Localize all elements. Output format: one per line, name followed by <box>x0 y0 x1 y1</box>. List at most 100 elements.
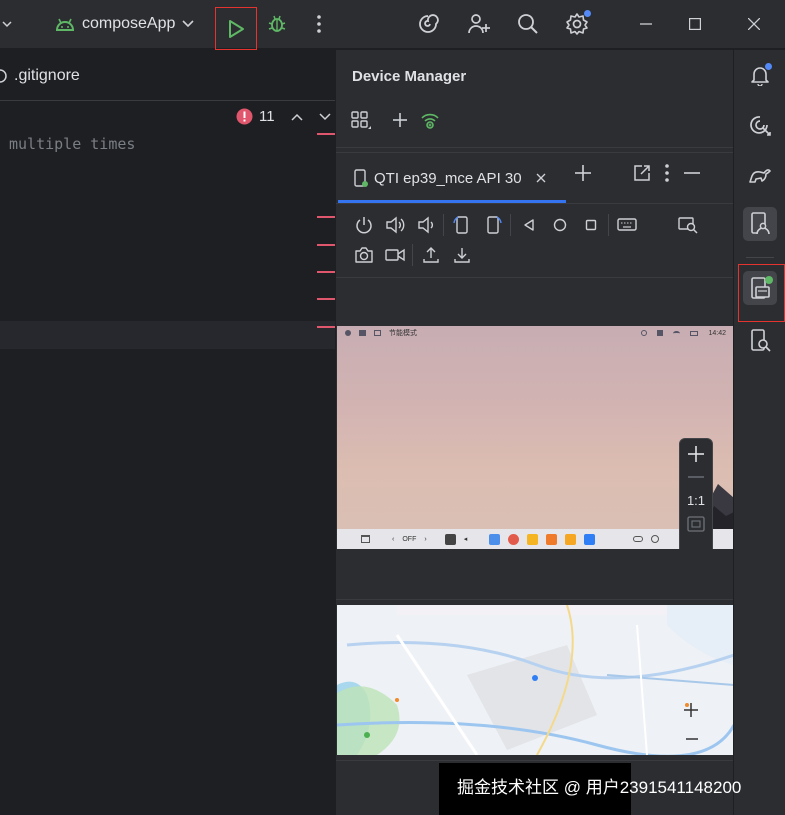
mode-chevron-left-icon[interactable]: ‹ <box>392 536 394 543</box>
play-icon[interactable]: ◂ <box>464 535 468 543</box>
add-user-icon <box>467 13 491 35</box>
home-icon[interactable] <box>544 212 575 238</box>
wifi-pair-icon[interactable] <box>420 110 440 130</box>
rotate-right-icon[interactable] <box>477 212 508 238</box>
run-button[interactable] <box>215 7 257 50</box>
emulator-controls-row-1 <box>348 212 703 238</box>
taskbar-mode: OFF <box>402 535 417 543</box>
zoom-out-icon[interactable] <box>686 737 698 741</box>
emulator-display-1[interactable]: 节能模式 14:42 ‹ OFF › ◂ <box>337 326 734 549</box>
debug-button[interactable] <box>260 8 294 40</box>
device-status-bar: 节能模式 14:42 <box>337 326 734 340</box>
hide-panel-icon[interactable] <box>683 164 701 182</box>
upload-icon[interactable] <box>415 242 446 268</box>
rotate-left-icon[interactable] <box>446 212 477 238</box>
alarm-icon <box>641 330 648 336</box>
close-icon <box>748 18 760 30</box>
zoom-in-icon[interactable] <box>687 445 705 463</box>
bell-icon <box>749 63 772 86</box>
external-window-icon[interactable] <box>633 164 651 182</box>
app-icon[interactable] <box>444 533 456 545</box>
mode-chevron-right-icon[interactable]: › <box>424 536 426 543</box>
record-icon[interactable] <box>379 242 410 268</box>
chevron-down-icon[interactable] <box>0 8 14 40</box>
error-stripe-marker[interactable] <box>317 244 335 246</box>
search-icon <box>517 13 539 35</box>
ai-assistant-button[interactable] <box>411 8 445 40</box>
device-manager-button[interactable] <box>743 207 777 241</box>
notification-dot-icon <box>584 10 591 17</box>
fan-icon[interactable] <box>651 535 660 543</box>
app-inspection-icon <box>749 329 771 353</box>
add-user-button[interactable] <box>462 8 496 40</box>
gradle-button[interactable] <box>743 158 777 192</box>
back-icon[interactable] <box>513 212 544 238</box>
close-window-button[interactable] <box>734 8 774 40</box>
code-line: multiple times <box>9 135 136 153</box>
camera-icon[interactable] <box>348 242 379 268</box>
maximize-button[interactable] <box>675 8 715 40</box>
home-icon[interactable] <box>361 535 370 543</box>
app-icon[interactable] <box>546 533 558 545</box>
device-list-icon[interactable] <box>350 110 372 130</box>
tab-running-device[interactable]: QTI ep39_mce API 30 <box>346 160 554 196</box>
volume-up-icon[interactable] <box>379 212 410 238</box>
clock-text: 14:42 <box>708 329 726 337</box>
more-button[interactable] <box>304 8 334 40</box>
emulator-display-2[interactable] <box>337 605 734 755</box>
status-dot-icon <box>362 181 368 187</box>
device-taskbar: ‹ OFF › ◂ <box>337 529 734 549</box>
error-stripe-marker[interactable] <box>317 271 335 273</box>
download-icon[interactable] <box>446 242 477 268</box>
notification-dot-icon <box>765 63 772 70</box>
app-icon[interactable] <box>584 533 596 545</box>
run-configuration-selector[interactable]: composeApp <box>50 8 206 40</box>
error-stripe-marker[interactable] <box>317 326 335 328</box>
app-icon[interactable] <box>489 533 501 545</box>
power-icon[interactable] <box>348 212 379 238</box>
device-manager-panel: Device Manager QTI ep39_mce API 30 节能模式 … <box>335 50 734 815</box>
keyboard-icon[interactable] <box>611 212 642 238</box>
search-button[interactable] <box>511 8 545 40</box>
divider <box>336 147 734 148</box>
divider <box>336 599 734 600</box>
problems-indicator[interactable]: 11 <box>236 108 331 125</box>
ai-assistant-icon <box>417 13 439 35</box>
right-tool-window-bar <box>733 50 785 815</box>
map-app-icon[interactable] <box>508 533 520 545</box>
error-stripe-marker[interactable] <box>317 133 335 135</box>
volume-down-icon[interactable] <box>410 212 441 238</box>
code-editor[interactable]: .gitignore 11 multiple times <box>0 50 335 815</box>
chevron-up-icon[interactable] <box>291 113 303 121</box>
zoom-in-icon[interactable] <box>684 703 698 717</box>
notifications-button[interactable] <box>743 58 777 92</box>
divider <box>336 760 734 761</box>
tab-gitignore[interactable]: .gitignore <box>0 64 80 88</box>
screen-inspect-icon[interactable] <box>672 212 703 238</box>
add-tab-button[interactable] <box>574 164 592 182</box>
car-icon[interactable] <box>633 536 644 542</box>
divider <box>412 244 413 266</box>
error-stripe-marker[interactable] <box>317 298 335 300</box>
settings-button[interactable] <box>560 8 594 40</box>
emulator-controls-row-2 <box>348 242 477 268</box>
error-stripe-marker[interactable] <box>317 216 335 218</box>
watermark-text: 掘金技术社区 @ 用户2391541148200 <box>457 778 742 797</box>
app-inspection-button[interactable] <box>743 324 777 358</box>
user-icon <box>345 330 351 336</box>
app-icon[interactable] <box>527 533 539 545</box>
zoom-out-icon[interactable] <box>688 475 704 479</box>
chevron-down-icon[interactable] <box>319 112 331 121</box>
minimize-button[interactable] <box>626 8 666 40</box>
overview-icon[interactable] <box>575 212 606 238</box>
device-manager-actions <box>350 110 440 130</box>
more-icon[interactable] <box>665 164 669 182</box>
status-text: 节能模式 <box>389 330 417 337</box>
app-icon[interactable] <box>565 533 577 545</box>
zoom-actual-size[interactable]: 1:1 <box>687 493 705 508</box>
gemini-button[interactable] <box>743 108 777 142</box>
add-device-icon[interactable] <box>392 112 408 128</box>
fit-screen-icon[interactable] <box>687 516 705 532</box>
close-tab-icon[interactable] <box>536 173 546 183</box>
error-count: 11 <box>259 108 275 125</box>
